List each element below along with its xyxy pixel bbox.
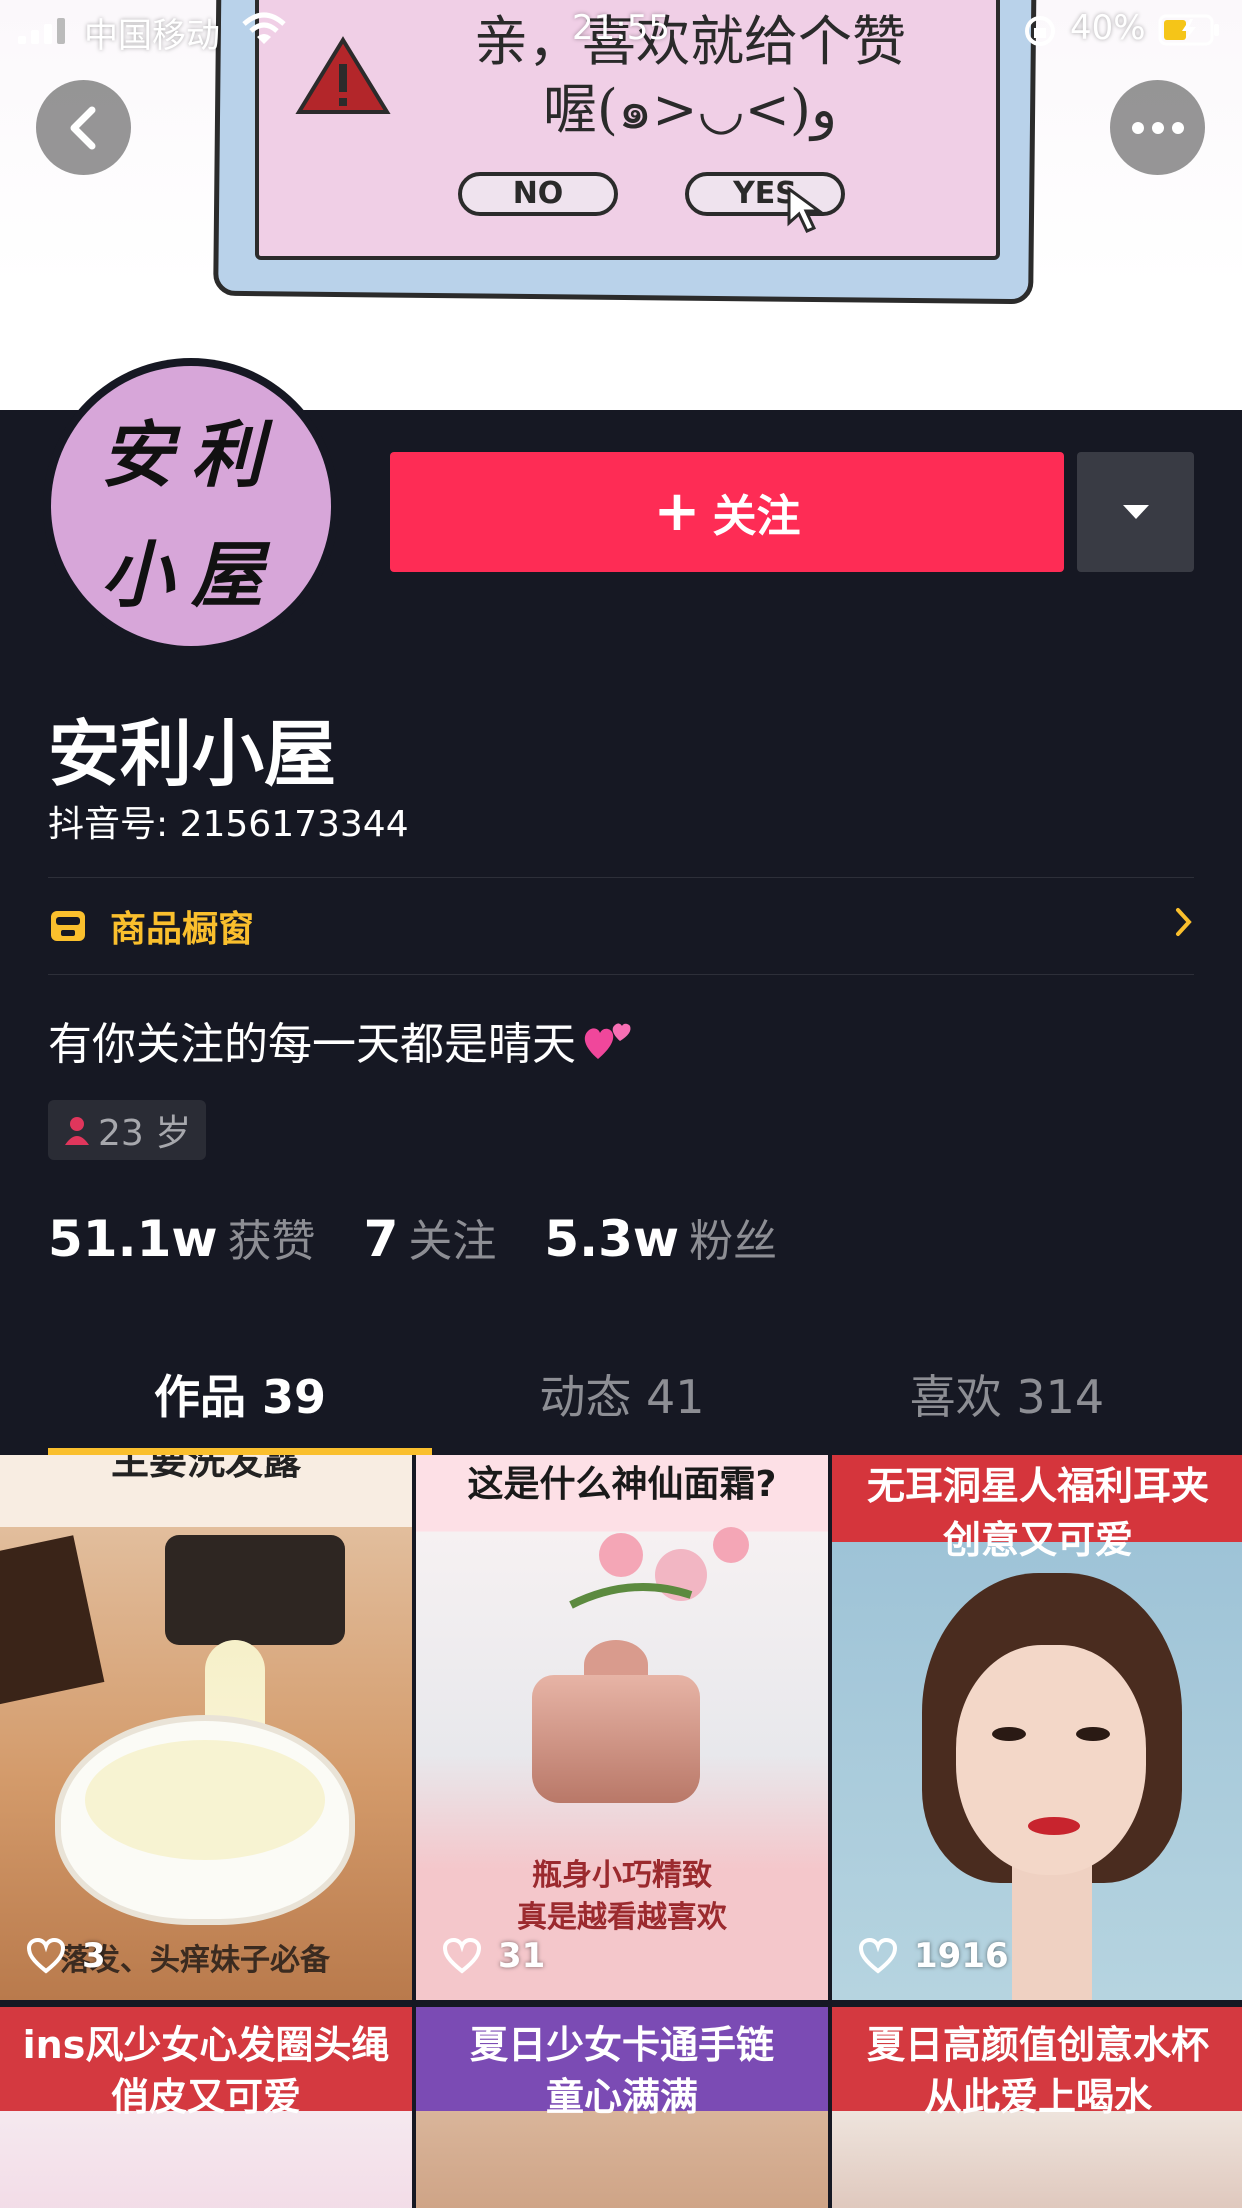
- stat-likes-count: 51.1w: [48, 1210, 218, 1268]
- avatar-text-line2: 小屋: [100, 532, 281, 617]
- bowl-contents-shape: [85, 1740, 325, 1860]
- divider: [48, 974, 1194, 975]
- chevron-left-icon: [70, 106, 95, 149]
- signal-icon: [18, 18, 65, 44]
- follow-label: 关注: [712, 491, 801, 542]
- bio-text: 有你关注的每一天都是晴天: [48, 1008, 636, 1072]
- video-title: 夏日少女卡通手链 童心满满: [469, 2023, 774, 2119]
- age-tag: 23 岁: [48, 1100, 206, 1160]
- flowers-shape: [569, 1527, 749, 1609]
- video-thumbnail[interactable]: 夏日少女卡通手链 童心满满: [416, 2007, 828, 2208]
- video-title: 这是什么神仙面霜?: [467, 1464, 777, 1505]
- female-user-icon: [65, 1117, 89, 1145]
- follow-button[interactable]: + 关注: [390, 452, 1064, 572]
- video-title: 主要洗发露: [110, 1455, 301, 1483]
- cursor-icon: [787, 186, 824, 233]
- more-options-button[interactable]: [1110, 80, 1205, 175]
- stats-row: 51.1w 获赞 7 关注 5.3w 粉丝: [48, 1205, 825, 1269]
- wifi-icon: [242, 12, 286, 44]
- stat-following-label: 关注: [408, 1216, 497, 1267]
- profile-tabs: 作品 39 动态 41 喜欢 314: [0, 1340, 1242, 1455]
- status-bar: 中国移动 21:55 40%: [0, 0, 1242, 60]
- like-count-value: 31: [498, 1936, 546, 1976]
- avatar[interactable]: 安利 小屋: [43, 358, 339, 654]
- eye-shape: [1076, 1727, 1110, 1741]
- video-thumbnail[interactable]: ins风少女心发圈头绳 俏皮又可爱: [0, 2007, 412, 2208]
- video-grid: 主要洗发露 落发、头痒妹子必备 3 这是什么神仙面霜? 瓶身小巧精致 真是越看越…: [0, 1455, 1242, 2208]
- carrier-label: 中国移动: [84, 16, 220, 56]
- stat-fans-count: 5.3w: [544, 1210, 680, 1268]
- stat-following-count: 7: [363, 1210, 399, 1268]
- two-hearts-icon: [584, 1023, 631, 1059]
- age-label: 23 岁: [98, 1113, 192, 1154]
- video-thumbnail[interactable]: 这是什么神仙面霜? 瓶身小巧精致 真是越看越喜欢 31: [416, 1455, 828, 2000]
- video-thumbnail[interactable]: 无耳洞星人福利耳夹 创意又可爱 1916: [832, 1455, 1242, 2000]
- like-count: 1916: [858, 1936, 1009, 1976]
- cover-banner: 亲，喜欢就给个赞 喔(๑>◡<)و NO YES: [0, 0, 1242, 410]
- shop-window-link[interactable]: 商品橱窗: [48, 878, 1194, 974]
- stat-likes-label: 获赞: [227, 1216, 316, 1267]
- video-thumbnail[interactable]: 夏日高颜值创意水杯 从此爱上喝水: [832, 2007, 1242, 2208]
- like-count: 31: [442, 1936, 545, 1976]
- cream-jar-shape: [532, 1675, 700, 1803]
- stat-following[interactable]: 7 关注: [364, 1205, 497, 1269]
- bottle-shape: [165, 1535, 345, 1645]
- profile-name: 安利小屋: [48, 712, 337, 796]
- status-time: 21:55: [572, 8, 670, 48]
- active-tab-indicator: [48, 1448, 432, 1455]
- chevron-right-icon: [1176, 908, 1192, 936]
- douyin-id[interactable]: 抖音号: 2156173344: [48, 795, 409, 847]
- chocolate-shape: [0, 1535, 105, 1705]
- stat-fans-label: 粉丝: [689, 1216, 778, 1267]
- battery-icon: [1158, 14, 1219, 46]
- tab-works[interactable]: 作品 39: [48, 1340, 432, 1455]
- like-count-value: 3: [82, 1936, 106, 1976]
- heart-outline-icon: [858, 1938, 898, 1974]
- video-subtitle: 瓶身小巧精致 真是越看越喜欢: [517, 1858, 727, 1935]
- lips-shape: [1028, 1817, 1080, 1835]
- orientation-lock-icon: [1025, 16, 1055, 46]
- video-title: 夏日高颜值创意水杯 从此爱上喝水: [866, 2023, 1209, 2119]
- video-title: ins风少女心发圈头绳 俏皮又可爱: [22, 2023, 390, 2119]
- more-dots-icon: [1131, 121, 1184, 134]
- heart-outline-icon: [26, 1938, 66, 1974]
- tab-updates[interactable]: 动态 41: [432, 1340, 812, 1455]
- battery-percent: 40%: [1070, 8, 1146, 48]
- caret-down-icon: [1122, 505, 1149, 519]
- stat-likes[interactable]: 51.1w 获赞: [48, 1205, 316, 1269]
- shop-window-label: 商品橱窗: [110, 909, 255, 950]
- avatar-text-line1: 安利: [100, 412, 281, 497]
- eye-shape: [992, 1727, 1026, 1741]
- neck-shape: [1012, 1855, 1092, 2000]
- video-title: 无耳洞星人福利耳夹 创意又可爱: [866, 1464, 1209, 1562]
- plus-icon: +: [653, 479, 701, 544]
- cover-no-label: NO: [458, 172, 618, 216]
- stat-fans[interactable]: 5.3w 粉丝: [544, 1205, 777, 1269]
- face-shape: [956, 1645, 1146, 1875]
- bio-label: 有你关注的每一天都是晴天: [48, 1019, 576, 1070]
- profile-page: 亲，喜欢就给个赞 喔(๑>◡<)و NO YES 中国移动 21:55 40%: [0, 0, 1242, 2208]
- tab-likes[interactable]: 喜欢 314: [812, 1340, 1202, 1455]
- like-count: 3: [26, 1936, 106, 1976]
- back-button[interactable]: [36, 80, 131, 175]
- avatar-image: 安利 小屋: [51, 366, 331, 646]
- video-thumbnail[interactable]: 主要洗发露 落发、头痒妹子必备 3: [0, 1455, 412, 2000]
- shop-icon: [51, 911, 85, 941]
- like-count-value: 1916: [914, 1936, 1009, 1976]
- heart-outline-icon: [442, 1938, 482, 1974]
- recommend-dropdown-button[interactable]: [1077, 452, 1194, 572]
